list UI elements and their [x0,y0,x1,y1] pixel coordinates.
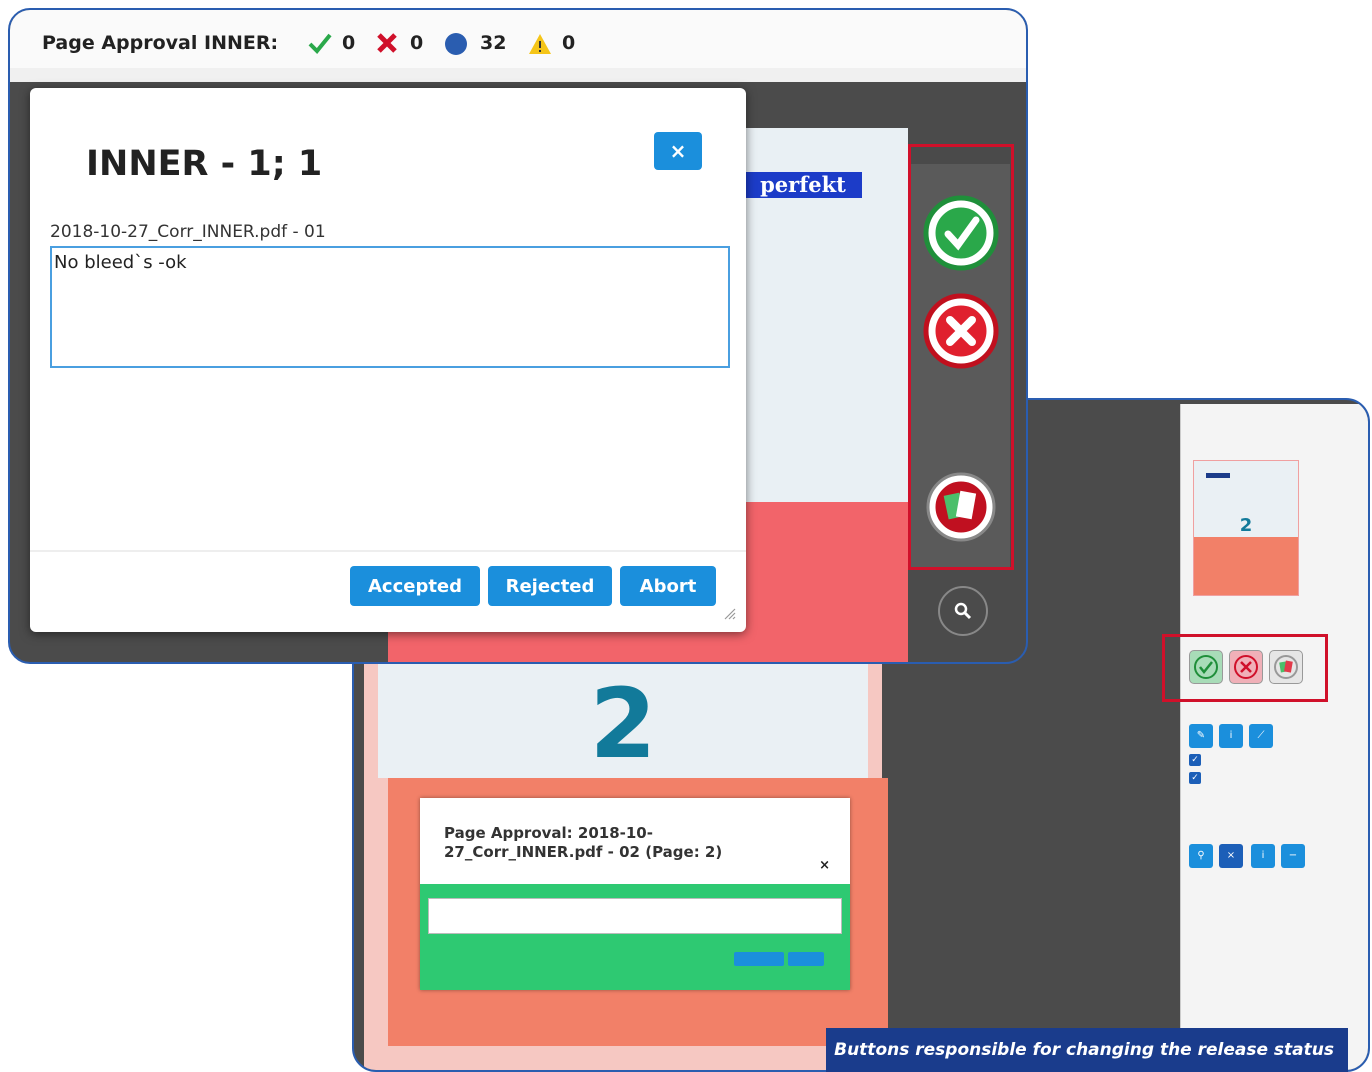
page-approval-dialog: Page Approval: 2018-10-27_Corr_INNER.pdf… [420,798,850,990]
dialog-close-button[interactable]: × [654,132,702,170]
zoom-tool-button[interactable]: ⚲ [1189,844,1213,868]
approval-header-title: Page Approval INNER: [42,32,279,54]
comment-textarea[interactable]: No bleed`s -ok [50,246,730,368]
header-underbar [10,68,1026,82]
info-tool-button[interactable]: i [1251,844,1275,868]
caption-banner: Buttons responsible for changing the rel… [826,1028,1348,1072]
warning-count: 0 [562,32,576,54]
release-buttons-highlight [1162,634,1328,702]
comment-input[interactable] [428,898,842,934]
rejected-count: 0 [410,32,424,54]
dialog-file-label: 2018-10-27_Corr_INNER.pdf - 01 [50,222,326,242]
accepted-button[interactable]: Accepted [350,566,480,606]
pending-count: 32 [480,32,507,54]
x-icon [377,33,397,53]
dialog-footer-divider [30,550,746,552]
accepted-count: 0 [342,32,356,54]
checkmark-icon [308,33,332,54]
page-approval-dialog-title: Page Approval: 2018-10-27_Corr_INNER.pdf… [444,824,723,861]
resize-grip-icon[interactable] [724,608,736,620]
magnifier-icon [954,602,972,620]
rejected-button[interactable]: Rejected [488,566,612,606]
perfekt-logo: perfekt [744,172,862,198]
mini-close-icon[interactable]: × [819,858,830,873]
minus-tool-button[interactable]: − [1281,844,1305,868]
accept-button[interactable] [734,952,784,966]
zoom-button[interactable] [938,586,988,636]
thumbnail-bleed [1194,537,1298,595]
trim-colored-checkbox[interactable]: ✓ [1189,772,1201,784]
tools-panel: 2 ✎ i ⟋ ✓ ✓ ⚲ × i − [1180,404,1368,1070]
show-trim-checkbox[interactable]: ✓ [1189,754,1201,766]
abort-button[interactable]: Abort [620,566,716,606]
tool-measure-button[interactable]: ⟋ [1249,724,1273,748]
approval-header: Page Approval INNER: 0 0 32 0 [10,10,1026,75]
page-number: 2 [589,668,657,780]
tool-pen-button[interactable]: ✎ [1189,724,1213,748]
dialog-title: INNER - 1; 1 [86,144,323,184]
warning-icon [529,34,551,54]
thumbnail-logo [1206,473,1230,478]
close-button[interactable] [788,952,824,966]
tool-info-button[interactable]: i [1219,724,1243,748]
close-tool-button[interactable]: × [1219,844,1243,868]
pending-circle-icon [445,33,467,55]
comment-section [420,884,850,990]
navigator-thumbnail[interactable]: 2 [1193,460,1299,596]
thumbnail-page-number: 2 [1239,515,1253,536]
release-buttons-highlight [908,144,1014,570]
page-approval-window: Page Approval INNER: 0 0 32 0 perfekt IN… [8,8,1028,664]
approval-comment-dialog: INNER - 1; 1 × 2018-10-27_Corr_INNER.pdf… [30,88,746,632]
